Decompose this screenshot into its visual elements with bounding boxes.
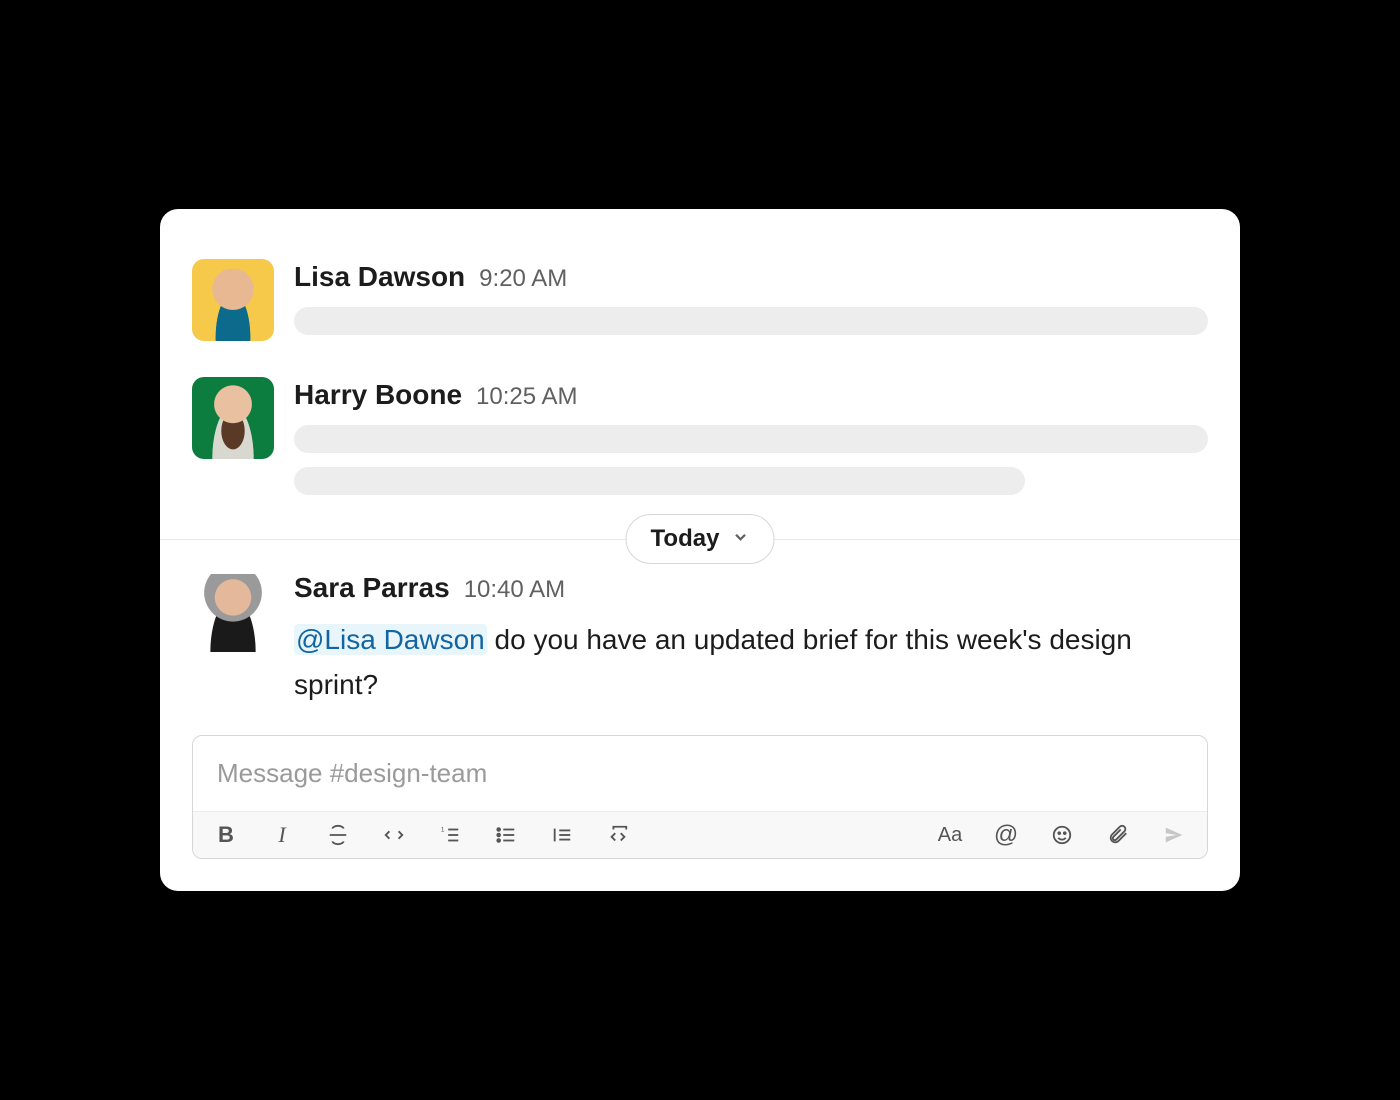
message-item: Lisa Dawson 9:20 AM — [192, 259, 1208, 349]
chat-card: Lisa Dawson 9:20 AM Harry Boone 10:25 AM… — [160, 209, 1240, 892]
font-button[interactable]: Aa — [937, 822, 963, 848]
message-time: 10:40 AM — [464, 576, 565, 604]
message-time: 9:20 AM — [479, 265, 567, 293]
toolbar-left: B I 123 — [213, 822, 631, 848]
emoji-button[interactable] — [1049, 822, 1075, 848]
blockquote-button[interactable] — [549, 822, 575, 848]
message-header: Sara Parras 10:40 AM — [294, 572, 1208, 604]
strikethrough-button[interactable] — [325, 822, 351, 848]
message-author[interactable]: Sara Parras — [294, 572, 450, 604]
message-placeholder-line — [294, 467, 1025, 495]
date-divider: Today — [160, 539, 1240, 540]
svg-text:123: 123 — [441, 827, 445, 834]
message-body: Lisa Dawson 9:20 AM — [294, 259, 1208, 349]
message-item: Sara Parras 10:40 AM @Lisa Dawson do you… — [192, 570, 1208, 708]
message-placeholder-line — [294, 425, 1208, 453]
chevron-down-icon — [731, 528, 749, 551]
message-author[interactable]: Lisa Dawson — [294, 261, 465, 293]
code-button[interactable] — [381, 822, 407, 848]
bullet-list-button[interactable] — [493, 822, 519, 848]
composer-toolbar: B I 123 — [193, 811, 1207, 858]
message-text: @Lisa Dawson do you have an updated brie… — [294, 618, 1208, 708]
message-body: Harry Boone 10:25 AM — [294, 377, 1208, 509]
message-time: 10:25 AM — [476, 383, 577, 411]
message-body: Sara Parras 10:40 AM @Lisa Dawson do you… — [294, 570, 1208, 708]
send-button[interactable] — [1161, 822, 1187, 848]
date-pill[interactable]: Today — [626, 514, 775, 564]
date-pill-label: Today — [651, 525, 720, 553]
message-author[interactable]: Harry Boone — [294, 379, 462, 411]
avatar[interactable] — [192, 377, 274, 459]
message-item: Harry Boone 10:25 AM — [192, 377, 1208, 509]
message-composer: Message #design-team B I 123 — [192, 735, 1208, 859]
ordered-list-button[interactable]: 123 — [437, 822, 463, 848]
message-placeholder-line — [294, 307, 1208, 335]
attach-button[interactable] — [1105, 822, 1131, 848]
mention[interactable]: @Lisa Dawson — [294, 624, 487, 655]
italic-button[interactable]: I — [269, 822, 295, 848]
message-input[interactable]: Message #design-team — [193, 736, 1207, 811]
message-header: Harry Boone 10:25 AM — [294, 379, 1208, 411]
avatar[interactable] — [192, 259, 274, 341]
mention-button[interactable]: @ — [993, 822, 1019, 848]
code-block-button[interactable] — [605, 822, 631, 848]
toolbar-right: Aa @ — [937, 822, 1187, 848]
bold-button[interactable]: B — [213, 822, 239, 848]
message-header: Lisa Dawson 9:20 AM — [294, 261, 1208, 293]
avatar[interactable] — [192, 570, 274, 652]
